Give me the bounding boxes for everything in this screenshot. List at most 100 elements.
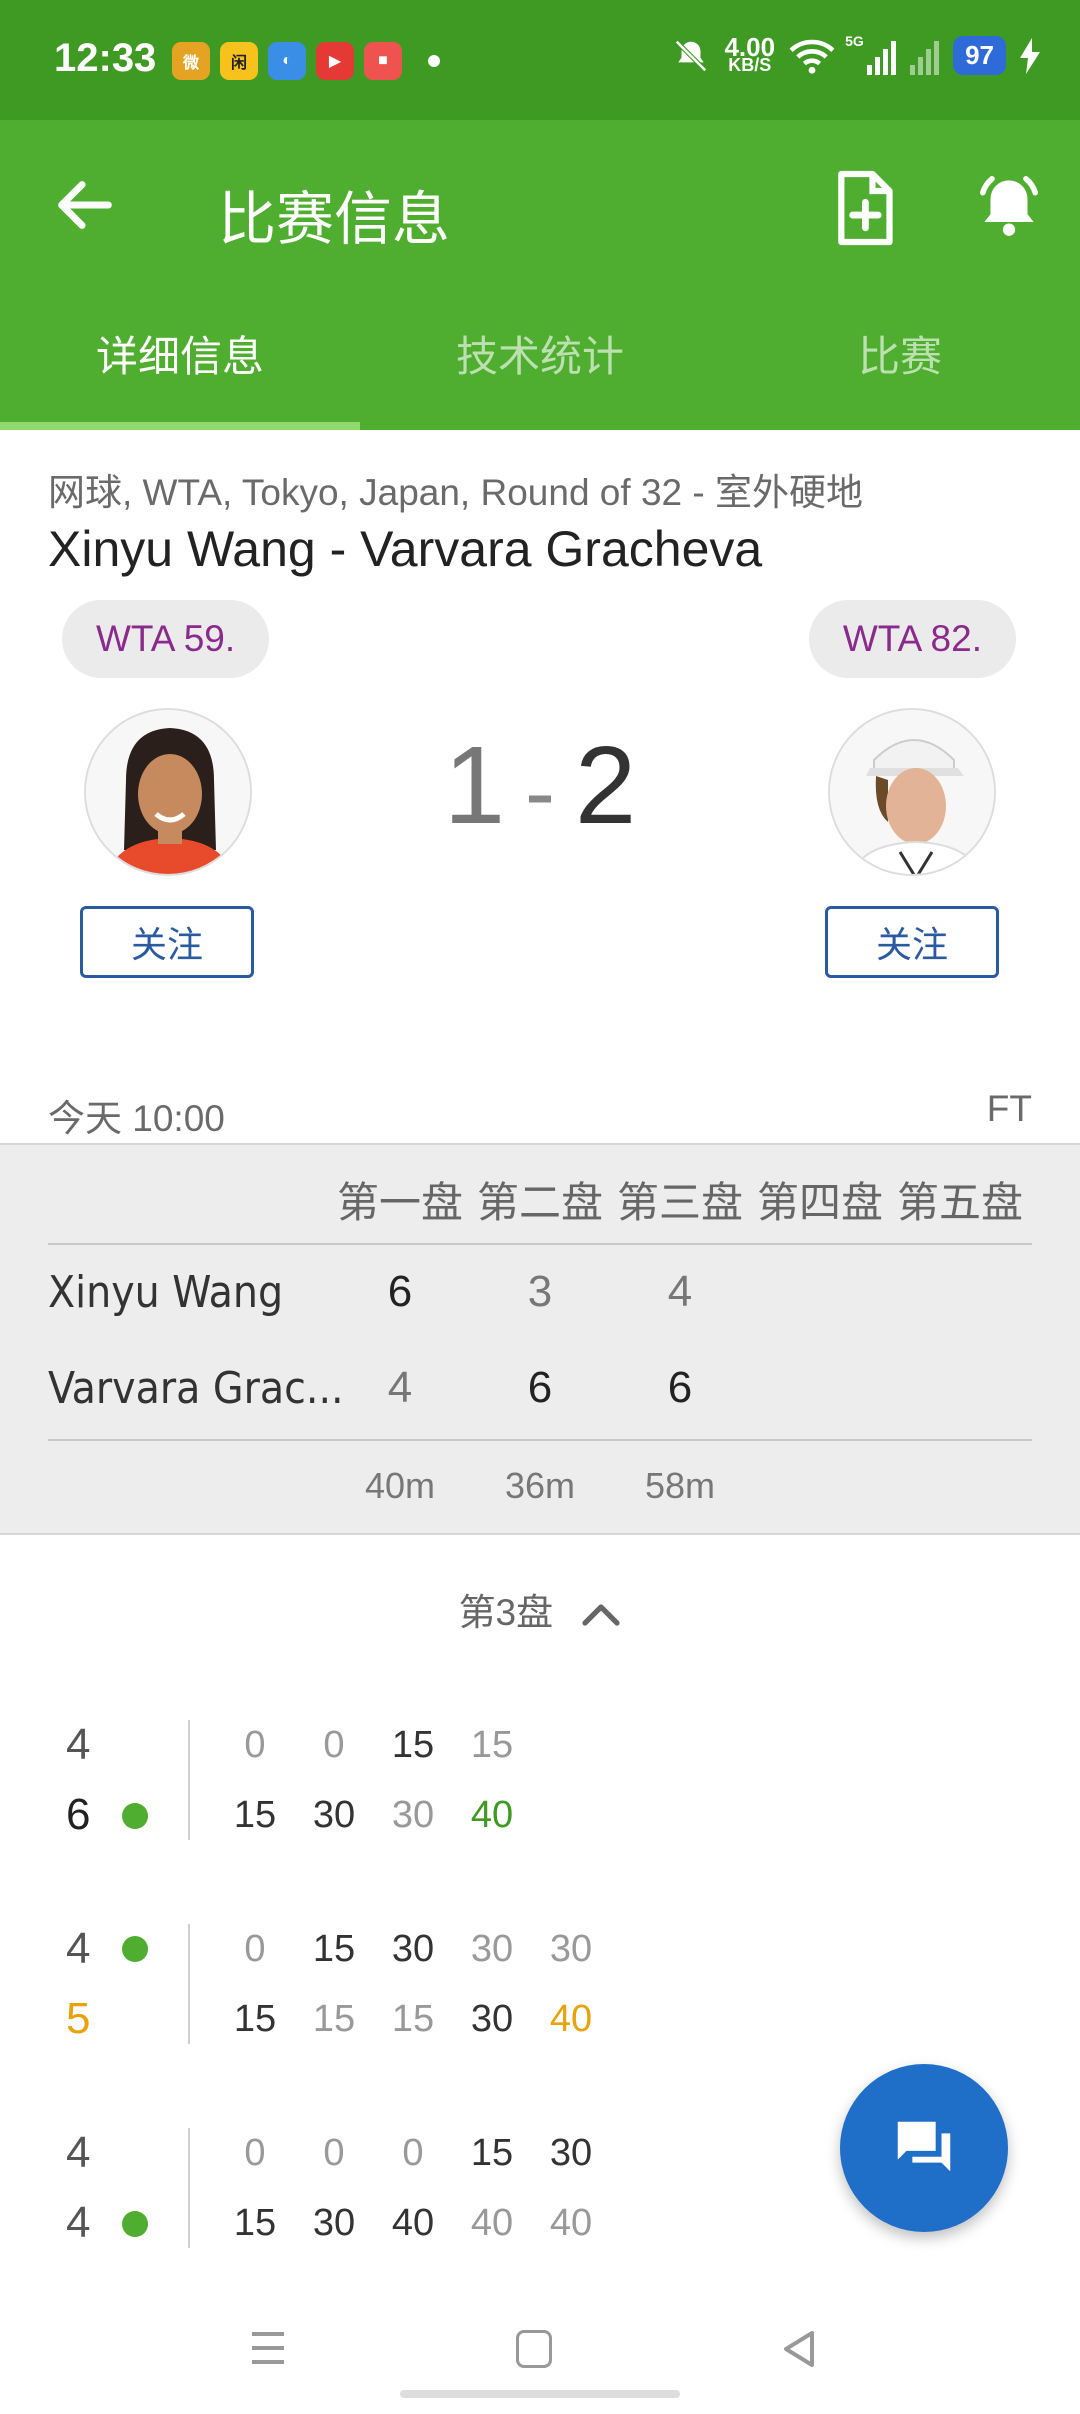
point-score: 15 (312, 1998, 356, 2040)
serve-indicator-icon (122, 1936, 148, 1962)
set-score-cell: 4 (387, 1363, 413, 1412)
notification-bell-icon[interactable] (972, 168, 1046, 242)
chat-icon (897, 2121, 951, 2172)
point-score: 40 (470, 1794, 514, 1836)
home-icon[interactable] (516, 2330, 552, 2368)
tab-details[interactable]: 详细信息 (0, 300, 360, 430)
cellular-signal-icon: 5G (845, 33, 897, 75)
set-score-cell: 6 (667, 1363, 693, 1412)
app-notification-icon: 闲 (220, 42, 258, 80)
set-header: 第一盘 (336, 1179, 463, 1226)
point-score: 30 (470, 1998, 514, 2040)
tab-match[interactable]: 比赛 (720, 300, 1080, 430)
point-score: 30 (549, 1928, 593, 1970)
status-bar: 12:33 微 闲 ◐ ▶ ■ 4.00 KB/S 5G 97 (0, 0, 1080, 120)
point-score: 0 (402, 2132, 424, 2174)
set-score-cell: 4 (667, 1267, 693, 1316)
status-time: 12:33 (54, 36, 157, 80)
game-score-top: 4 (66, 1924, 91, 1973)
home-indicator[interactable] (400, 2390, 680, 2398)
away-player-name: Varvara Grac... (48, 1363, 344, 1414)
point-score: 30 (312, 2202, 356, 2244)
serve-indicator-icon (122, 1803, 148, 1829)
point-score: 15 (470, 2132, 514, 2174)
page-title: 比赛信息 (218, 187, 451, 252)
shop-app-icon: ■ (364, 42, 402, 80)
point-score: 15 (233, 1794, 277, 1836)
set-headers: 第一盘 第二盘 第三盘 第四盘 第五盘 (330, 1169, 1030, 1230)
set-score-cell: 3 (527, 1267, 553, 1316)
game-divider (188, 1924, 190, 2044)
point-score: 15 (233, 2202, 277, 2244)
point-score: 15 (312, 1928, 356, 1970)
system-icons: 4.00 KB/S 5G 97 (672, 31, 1040, 75)
point-score: 15 (470, 1724, 514, 1766)
match-title: Xinyu Wang - Varvara Gracheva (48, 521, 763, 577)
recent-apps-icon[interactable] (248, 2328, 288, 2368)
tab-statistics[interactable]: 技术统计 (360, 300, 720, 430)
system-back-icon[interactable] (780, 2328, 820, 2370)
battery-indicator: 97 (953, 36, 1006, 75)
match-time: 今天 10:00 (48, 1098, 225, 1139)
match-score: 1-2 (0, 722, 1080, 849)
chat-button[interactable] (840, 2064, 1008, 2232)
away-rank-badge[interactable]: WTA 82. (808, 600, 1016, 678)
point-score: 40 (549, 1998, 593, 2040)
set-duration: 58m (644, 1465, 716, 1506)
point-score: 40 (470, 2202, 514, 2244)
network-speed: 4.00 KB/S (724, 31, 776, 75)
chevron-up-icon (582, 1604, 621, 1626)
set-header: 第五盘 (896, 1179, 1023, 1226)
table-divider (48, 1439, 1032, 1441)
set-header: 第二盘 (476, 1179, 603, 1226)
game-score-bottom: 6 (66, 1790, 91, 1839)
cellular-signal-2-icon (910, 37, 940, 75)
point-score: 15 (391, 1998, 435, 2040)
charging-icon (1020, 37, 1040, 74)
point-score: 30 (391, 1794, 435, 1836)
system-nav-bar (0, 2290, 1080, 2414)
tab-bar: 详细信息 技术统计 比赛 (0, 300, 1080, 430)
video-app-icon: ▶ (316, 42, 354, 80)
back-arrow-icon[interactable] (50, 170, 120, 240)
game-divider (188, 2128, 190, 2248)
serve-indicator-icon (122, 2211, 148, 2237)
wifi-icon (789, 39, 835, 74)
notification-icons: 微 闲 ◐ ▶ ■ (172, 42, 402, 80)
point-score: 0 (244, 1724, 266, 1766)
away-set-score: 2 (574, 724, 637, 847)
game-row: 4 5 0 15 30 30 30 15 15 15 30 40 (0, 1924, 1080, 2064)
follow-home-button[interactable]: 关注 (80, 906, 254, 978)
set-header: 第四盘 (756, 1179, 883, 1226)
home-rank-badge[interactable]: WTA 59. (62, 600, 270, 678)
match-status: FT (986, 1088, 1032, 1129)
set-score-cell: 6 (387, 1267, 413, 1316)
set-header: 第三盘 (616, 1179, 743, 1226)
follow-away-button[interactable]: 关注 (825, 906, 999, 978)
point-score: 0 (323, 1724, 345, 1766)
point-score: 0 (244, 1928, 266, 1970)
point-score: 15 (233, 1998, 277, 2040)
game-score-bottom: 5 (66, 1994, 91, 2043)
add-document-icon[interactable] (830, 168, 898, 248)
set-section-toggle[interactable]: 第3盘 (0, 1582, 1080, 1636)
match-meta: 网球, WTA, Tokyo, Japan, Round of 32 - 室外硬… (48, 472, 863, 513)
game-divider (188, 1720, 190, 1840)
game-row: 4 6 0 0 15 15 15 30 30 40 (0, 1720, 1080, 1860)
point-score: 40 (549, 2202, 593, 2244)
game-score-bottom: 4 (66, 2198, 91, 2247)
app-bar: 比赛信息 详细信息 技术统计 比赛 (0, 120, 1080, 430)
point-score: 30 (312, 1794, 356, 1836)
home-player-name: Xinyu Wang (48, 1267, 284, 1318)
point-score: 0 (244, 2132, 266, 2174)
set-duration: 36m (504, 1465, 576, 1506)
home-set-score: 1 (443, 724, 505, 847)
browser-app-icon: ◐ (268, 42, 306, 80)
point-score: 30 (391, 1928, 435, 1970)
point-score: 15 (391, 1724, 435, 1766)
point-score: 30 (549, 2132, 593, 2174)
set-score-cell: 6 (527, 1363, 553, 1412)
point-score: 30 (470, 1928, 514, 1970)
weibo-app-icon: 微 (172, 42, 210, 80)
more-notifications-dot-icon (428, 55, 440, 67)
